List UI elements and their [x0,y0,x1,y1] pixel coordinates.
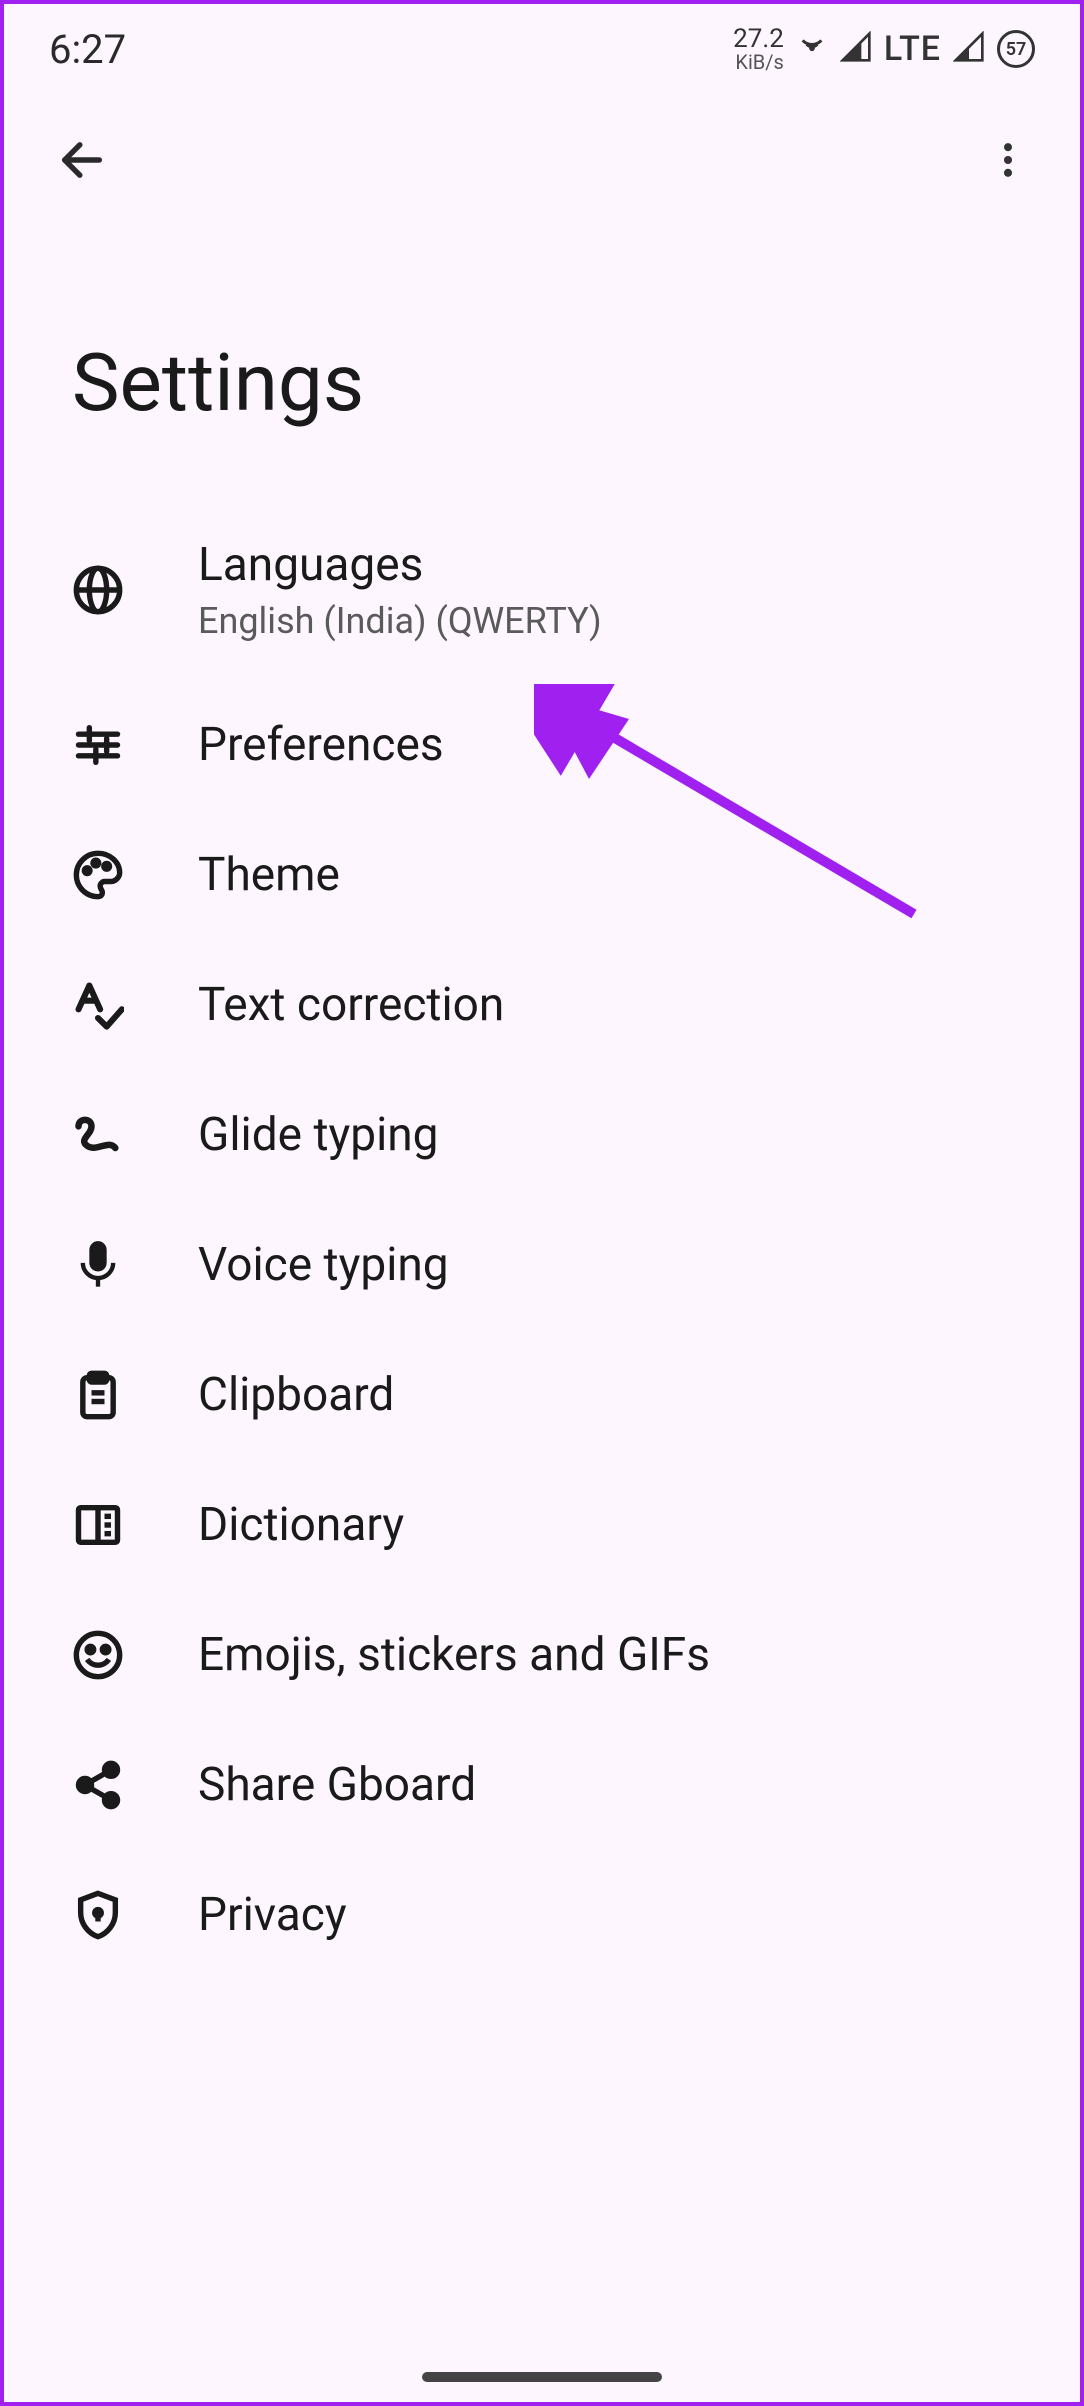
shield-icon [72,1889,124,1941]
list-item-preferences[interactable]: Preferences [4,680,1080,810]
app-bar [4,94,1080,216]
list-item-theme[interactable]: Theme [4,810,1080,940]
list-item-title: Clipboard [198,1368,394,1422]
spellcheck-icon [72,979,124,1031]
list-item-title: Preferences [198,718,444,772]
network-type: LTE [884,29,941,69]
list-item-subtitle: English (India) (QWERTY) [198,600,602,642]
signal-icon [840,31,872,67]
book-icon [72,1499,124,1551]
network-speed: 27.2 KiB/s [733,26,784,72]
list-item-dictionary[interactable]: Dictionary [4,1460,1080,1590]
list-item-text-correction[interactable]: Text correction [4,940,1080,1070]
list-item-title: Voice typing [198,1238,449,1292]
list-item-title: Theme [198,848,340,902]
list-item-title: Dictionary [198,1498,404,1552]
emoji-icon [72,1629,124,1681]
hotspot-icon [796,31,828,67]
palette-icon [72,849,124,901]
status-right: 27.2 KiB/s LTE 57 [733,26,1035,72]
list-item-glide-typing[interactable]: Glide typing [4,1070,1080,1200]
share-icon [72,1759,124,1811]
list-item-title: Emojis, stickers and GIFs [198,1628,710,1682]
list-item-languages[interactable]: Languages English (India) (QWERTY) [4,500,1080,680]
list-item-title: Glide typing [198,1108,439,1162]
list-item-title: Text correction [198,978,504,1032]
list-item-share-gboard[interactable]: Share Gboard [4,1720,1080,1850]
squiggle-icon [72,1109,124,1161]
status-time: 6:27 [49,26,126,73]
list-item-voice-typing[interactable]: Voice typing [4,1200,1080,1330]
globe-icon [72,564,124,616]
battery-icon: 57 [997,30,1035,68]
list-item-title: Languages [198,538,602,592]
page-title: Settings [4,216,1080,470]
more-options-button[interactable] [986,138,1030,182]
list-item-title: Privacy [198,1888,347,1942]
sliders-icon [72,719,124,771]
list-item-privacy[interactable]: Privacy [4,1850,1080,1980]
status-bar: 6:27 27.2 KiB/s LTE 57 [4,4,1080,94]
signal-icon-2 [953,31,985,67]
microphone-icon [72,1239,124,1291]
settings-list: Languages English (India) (QWERTY) Prefe… [4,470,1080,1980]
list-item-emojis[interactable]: Emojis, stickers and GIFs [4,1590,1080,1720]
back-button[interactable] [56,134,108,186]
clipboard-icon [72,1369,124,1421]
navigation-handle[interactable] [422,2372,662,2382]
list-item-title: Share Gboard [198,1758,476,1812]
list-item-clipboard[interactable]: Clipboard [4,1330,1080,1460]
